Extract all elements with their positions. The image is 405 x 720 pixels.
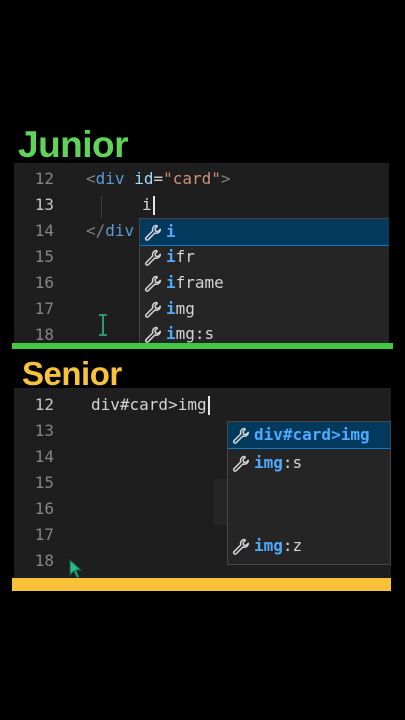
code-line: 12 div#card>img <box>14 392 391 418</box>
senior-suggest-widget[interactable]: div#card>img img:s img:z <box>227 421 391 565</box>
line-number: 18 <box>34 325 54 343</box>
text-cursor-icon <box>99 314 107 336</box>
wrench-icon <box>144 326 166 344</box>
line-number: 14 <box>34 221 54 240</box>
suggestion-match-text: i <box>166 222 176 241</box>
suggestion-item[interactable]: img:s <box>228 450 390 476</box>
line-number: 16 <box>34 499 54 518</box>
code-text: i <box>142 192 155 218</box>
suggestion-item[interactable]: ifr <box>140 244 389 270</box>
junior-editor[interactable]: 12 <div id="card"> 13 i 14 </div 15 16 17 18 i ifr… <box>14 163 389 343</box>
code-token: = <box>153 169 164 188</box>
line-number: 13 <box>34 421 54 440</box>
wrench-icon <box>144 224 166 242</box>
code-token: > <box>220 169 231 188</box>
wrench-icon <box>144 301 166 319</box>
line-number: 17 <box>34 525 54 544</box>
code-text: <div id="card"> <box>86 166 231 192</box>
line-number: 14 <box>34 447 54 466</box>
line-number: 18 <box>34 551 54 570</box>
wrench-icon <box>232 427 254 445</box>
code-line: 12 <div id="card"> <box>14 166 389 192</box>
junior-divider-bar <box>12 343 393 349</box>
suggestion-match-text: i <box>166 299 176 318</box>
wrench-icon <box>232 455 254 473</box>
code-token: div <box>105 221 135 240</box>
line-number: 12 <box>34 395 54 414</box>
suggestion-item[interactable]: i <box>140 219 389 246</box>
text-caret <box>152 196 155 215</box>
suggestion-match-text: i <box>166 273 176 292</box>
suggestion-match-text: img <box>254 453 283 472</box>
wrench-icon <box>232 538 254 556</box>
code-text: </div <box>86 218 134 244</box>
junior-suggest-widget[interactable]: i ifr iframe img img:s <box>139 218 389 343</box>
suggestion-item[interactable]: iframe <box>140 270 389 296</box>
code-token: div <box>95 169 125 188</box>
suggestion-item[interactable]: img <box>140 296 389 322</box>
suggestion-match-text: img <box>254 536 283 555</box>
mouse-pointer-icon <box>69 559 83 579</box>
suggestion-item[interactable]: div#card>img <box>228 422 390 449</box>
code-token: </ <box>86 221 106 240</box>
suggestion-match-text: i <box>166 324 176 343</box>
suggestion-rest-text: fr <box>175 247 195 266</box>
code-line: 13 i <box>14 192 389 218</box>
suggestion-match-text: i <box>166 247 176 266</box>
line-number: 12 <box>34 169 54 188</box>
junior-heading: Junior <box>18 124 129 165</box>
code-token: < <box>86 169 96 188</box>
suggestion-match-text: div#card>img <box>254 425 370 444</box>
line-number: 15 <box>34 247 54 266</box>
suggestion-rest-text: :z <box>282 536 303 555</box>
suggestion-item[interactable]: img:s <box>140 321 389 343</box>
senior-divider-bar <box>12 578 391 591</box>
line-number: 15 <box>34 473 54 492</box>
code-token: id <box>134 169 154 188</box>
code-text: div#card>img <box>91 392 210 418</box>
line-number: 17 <box>34 299 54 318</box>
wrench-icon <box>144 275 166 293</box>
suggestion-rest-text: :s <box>282 453 303 472</box>
typed-text: div#card>img <box>91 395 207 414</box>
typed-text: i <box>142 195 152 214</box>
text-caret <box>207 396 210 415</box>
code-token: "card" <box>163 169 221 188</box>
senior-editor[interactable]: 12 div#card>img 13 14 15 16 17 18 div#card>img i… <box>14 388 391 579</box>
line-number: 16 <box>34 273 54 292</box>
suggestion-rest-text: frame <box>175 273 224 292</box>
suggestion-rest-text: mg <box>175 299 195 318</box>
line-number: 13 <box>34 195 54 214</box>
suggestion-item[interactable]: img:z <box>228 533 390 559</box>
wrench-icon <box>144 249 166 267</box>
suggestion-rest-text: mg:s <box>175 324 215 343</box>
